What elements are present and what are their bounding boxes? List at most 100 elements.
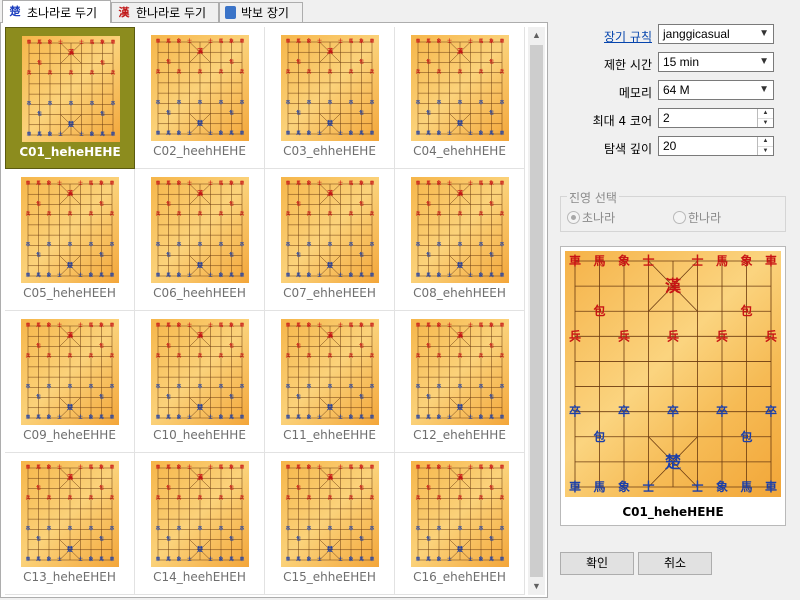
- rule-select[interactable]: janggicasual ▼: [658, 24, 774, 44]
- cho-piece: 卒: [307, 241, 312, 248]
- time-select[interactable]: 15 min ▼: [658, 52, 774, 72]
- han-piece: 兵: [47, 352, 52, 359]
- han-piece: 兵: [68, 210, 73, 217]
- board-thumbnail[interactable]: 車馬象士漢士馬象車包包兵兵兵兵兵車馬象士楚士象馬車包包卒卒卒卒卒 C10_heeh…: [135, 311, 265, 453]
- tab-han-label: 한나라로 두기: [136, 6, 207, 20]
- cho-piece: 卒: [111, 100, 116, 107]
- cho-piece: 士: [642, 479, 654, 494]
- cho-piece: 卒: [69, 100, 74, 107]
- cho-piece: 楚: [326, 261, 334, 269]
- board-thumbnail-image: 車馬象士漢士馬象車包包兵兵兵兵兵車馬象士楚士象馬車包包卒卒卒卒卒: [411, 461, 509, 567]
- rule-link[interactable]: 장기 규칙: [604, 28, 652, 45]
- han-piece: 馬: [479, 464, 484, 471]
- spin-up-icon[interactable]: ▲: [758, 109, 773, 119]
- board-thumbnail-image: 車馬象士漢士馬象車包包兵兵兵兵兵車馬象士楚士象馬車包包卒卒卒卒卒: [281, 461, 379, 567]
- cho-piece: 象: [89, 556, 94, 563]
- cho-piece: 包: [489, 109, 494, 116]
- cho-piece: 車: [27, 131, 32, 138]
- cho-piece: 士: [447, 556, 452, 563]
- cho-piece: 馬: [426, 414, 431, 421]
- tab-puzzle[interactable]: 박보 장기: [219, 2, 303, 22]
- cancel-button[interactable]: 취소: [638, 552, 712, 575]
- board-thumbnail[interactable]: 車馬象士漢士馬象車包包兵兵兵兵兵車馬象士楚士象馬車包包卒卒卒卒卒 C11_ehhe…: [265, 311, 395, 453]
- tab-cho[interactable]: 楚 초나라로 두기: [2, 0, 111, 23]
- cho-piece: 車: [416, 272, 421, 279]
- cho-piece: 馬: [36, 414, 41, 421]
- cho-piece: 象: [716, 479, 728, 494]
- cho-piece: 車: [286, 414, 291, 421]
- board-thumbnail[interactable]: 車馬象士漢士馬象車包包兵兵兵兵兵車馬象士楚士象馬車包包卒卒卒卒卒 C01_hehe…: [5, 27, 135, 169]
- han-piece: 漢: [327, 48, 334, 56]
- radio-cho[interactable]: 초나라: [567, 209, 615, 226]
- han-piece: 包: [296, 58, 301, 65]
- cho-piece: 卒: [500, 383, 505, 390]
- cho-piece: 楚: [665, 452, 682, 471]
- han-piece: 馬: [479, 322, 484, 329]
- cho-piece: 卒: [110, 525, 115, 532]
- cho-piece: 馬: [426, 272, 431, 279]
- radio-han[interactable]: 한나라: [673, 209, 721, 226]
- board-thumbnail[interactable]: 車馬象士漢士馬象車包包兵兵兵兵兵車馬象士楚士象馬車包包卒卒卒卒卒 C08_eheh…: [395, 169, 525, 311]
- tab-han[interactable]: 漢 한나라로 두기: [111, 2, 219, 22]
- han-piece: 兵: [437, 210, 442, 217]
- cho-piece: 士: [58, 131, 63, 138]
- han-piece: 漢: [197, 190, 204, 198]
- cho-piece: 象: [307, 414, 312, 421]
- board-thumbnail[interactable]: 車馬象士漢士馬象車包包兵兵兵兵兵車馬象士楚士象馬車包包卒卒卒卒卒 C02_heeh…: [135, 27, 265, 169]
- spin-down-icon[interactable]: ▼: [758, 147, 773, 156]
- board-thumbnail[interactable]: 車馬象士漢士馬象車包包兵兵兵兵兵車馬象士楚士象馬車包包卒卒卒卒卒 C12_eheh…: [395, 311, 525, 453]
- han-piece: 漢: [665, 277, 682, 296]
- cho-piece: 包: [489, 393, 494, 400]
- board-thumbnail[interactable]: 車馬象士漢士馬象車包包兵兵兵兵兵車馬象士楚士象馬車包包卒卒卒卒卒 C06_heeh…: [135, 169, 265, 311]
- board-thumbnail[interactable]: 車馬象士漢士馬象車包包兵兵兵兵兵車馬象士楚士象馬車包包卒卒卒卒卒 C13_hehe…: [5, 453, 135, 595]
- cho-piece: 車: [240, 414, 245, 421]
- spin-down-icon[interactable]: ▼: [758, 119, 773, 128]
- han-piece: 馬: [296, 464, 301, 471]
- spin-up-icon[interactable]: ▲: [758, 137, 773, 147]
- han-piece: 包: [100, 59, 105, 66]
- board-thumbnail[interactable]: 車馬象士漢士馬象車包包兵兵兵兵兵車馬象士楚士象馬車包包卒卒卒卒卒 C09_hehe…: [5, 311, 135, 453]
- han-piece: 漢: [67, 474, 74, 482]
- board-thumbnail[interactable]: 車馬象士漢士馬象車包包兵兵兵兵兵車馬象士楚士象馬車包包卒卒卒卒卒 C03_ehhe…: [265, 27, 395, 169]
- thumbnail-board-drawing: 車馬象士漢士馬象車包 包兵兵兵兵兵車馬象士楚士象馬車包 包卒卒卒卒卒: [416, 322, 505, 421]
- memory-row: 메모리 64 M ▼: [552, 80, 800, 102]
- cho-piece: 包: [99, 393, 104, 400]
- han-piece: 馬: [89, 464, 94, 471]
- cho-piece: 卒: [307, 525, 312, 532]
- cho-piece: 卒: [370, 383, 375, 390]
- han-piece: 兵: [349, 494, 354, 501]
- han-piece: 象: [437, 180, 442, 187]
- vertical-scrollbar[interactable]: ▲ ▼: [528, 27, 545, 595]
- cho-piece: 卒: [328, 241, 333, 248]
- board-thumbnail[interactable]: 車馬象士漢士馬象車包包兵兵兵兵兵車馬象士楚士象馬車包包卒卒卒卒卒 C04_eheh…: [395, 27, 525, 169]
- board-thumbnail[interactable]: 車馬象士漢士馬象車包包兵兵兵兵兵車馬象士楚士象馬車包包卒卒卒卒卒 C15_ehhe…: [265, 453, 395, 595]
- scroll-down-arrow-icon[interactable]: ▼: [528, 578, 545, 595]
- han-piece: 兵: [479, 210, 484, 217]
- han-piece: 兵: [349, 210, 354, 217]
- cho-piece: 象: [479, 272, 484, 279]
- thumbnail-board-drawing: 車馬象士漢士馬象車包 包兵兵兵兵兵車馬象士楚士象馬車包 包卒卒卒卒卒: [156, 464, 245, 563]
- board-thumbnail[interactable]: 車馬象士漢士馬象車包包兵兵兵兵兵車馬象士楚士象馬車包包卒卒卒卒卒 C16_eheh…: [395, 453, 525, 595]
- cores-value: 2: [663, 111, 670, 125]
- cores-spinner[interactable]: 2 ▲ ▼: [658, 108, 774, 128]
- scroll-up-arrow-icon[interactable]: ▲: [528, 27, 545, 44]
- depth-spinner[interactable]: 20 ▲ ▼: [658, 136, 774, 156]
- han-piece: 兵: [458, 68, 463, 75]
- han-piece: 包: [166, 342, 171, 349]
- board-thumbnail[interactable]: 車馬象士漢士馬象車包包兵兵兵兵兵車馬象士楚士象馬車包包卒卒卒卒卒 C05_hehe…: [5, 169, 135, 311]
- cho-piece: 卒: [240, 383, 245, 390]
- ok-button[interactable]: 확인: [560, 552, 634, 575]
- cho-piece: 卒: [416, 241, 421, 248]
- scrollbar-thumb[interactable]: [530, 45, 543, 577]
- han-piece: 兵: [328, 352, 333, 359]
- cho-piece: 卒: [177, 525, 182, 532]
- board-thumbnail-image: 車馬象士漢士馬象車包包兵兵兵兵兵車馬象士楚士象馬車包包卒卒卒卒卒: [21, 177, 119, 283]
- cho-piece: 馬: [359, 414, 364, 421]
- han-piece: 兵: [177, 210, 182, 217]
- memory-select[interactable]: 64 M ▼: [658, 80, 774, 100]
- han-piece: 象: [618, 253, 630, 268]
- cho-piece: 車: [26, 414, 31, 421]
- board-thumbnail[interactable]: 車馬象士漢士馬象車包包兵兵兵兵兵車馬象士楚士象馬車包包卒卒卒卒卒 C07_ehhe…: [265, 169, 395, 311]
- han-piece: 兵: [177, 352, 182, 359]
- board-thumbnail[interactable]: 車馬象士漢士馬象車包包兵兵兵兵兵車馬象士楚士象馬車包包卒卒卒卒卒 C14_heeh…: [135, 453, 265, 595]
